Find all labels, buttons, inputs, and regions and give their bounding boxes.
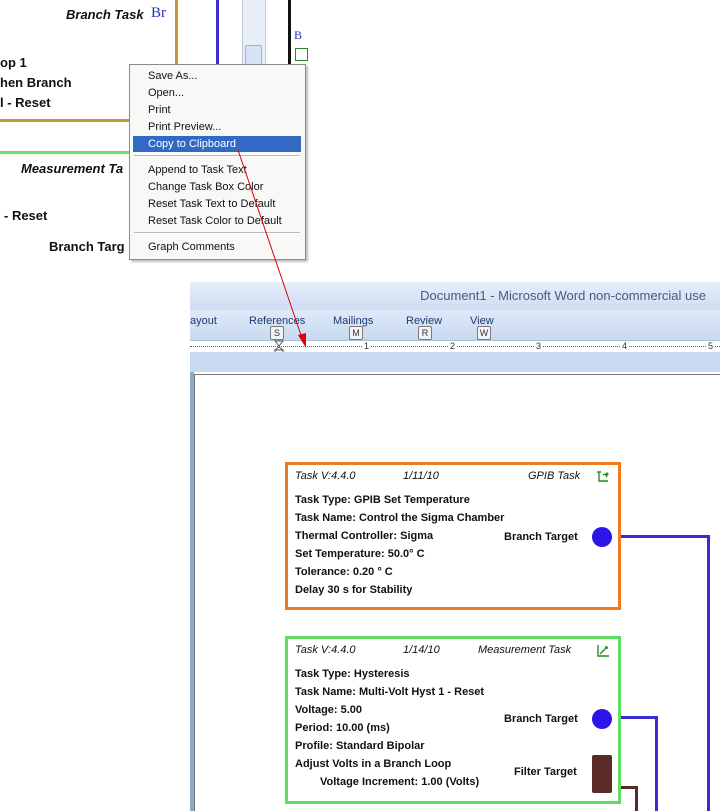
ruler-number: 2 <box>448 341 458 351</box>
keytip-m: M <box>349 326 363 340</box>
title-bar: Document1 - Microsoft Word non-commercia… <box>190 282 720 310</box>
task-line: Voltage Increment: 1.00 (Volts) <box>320 776 480 788</box>
branch-target-label: Branch Target <box>504 713 578 725</box>
ruler-number: 5 <box>706 341 716 351</box>
branch-connector-line <box>655 716 658 811</box>
ruler-number: 1 <box>362 341 372 351</box>
task-line: Task Type: GPIB Set Temperature <box>295 494 470 506</box>
branch-task-text: l - Reset <box>0 95 51 110</box>
task-line: Task Type: Hysteresis <box>295 668 410 680</box>
ribbon-strip <box>190 352 720 372</box>
branch-icon: Br <box>151 5 166 21</box>
menu-separator <box>134 155 300 157</box>
filter-target-label: Filter Target <box>514 766 577 778</box>
menu-item-save-as[interactable]: Save As... <box>133 68 301 84</box>
filter-connector-line <box>635 786 638 811</box>
menu-item-open[interactable]: Open... <box>133 85 301 101</box>
task-kind: GPIB Task <box>528 470 581 482</box>
menu-separator <box>134 232 300 234</box>
task-version: Task V:4.4.0 <box>295 470 356 482</box>
task-line: Period: 10.00 (ms) <box>295 722 390 734</box>
task-line: Task Name: Multi-Volt Hyst 1 - Reset <box>295 686 485 698</box>
task-line: Adjust Volts in a Branch Loop <box>295 758 452 770</box>
menu-item-reset-text[interactable]: Reset Task Text to Default <box>133 196 301 212</box>
branch-target-dot[interactable] <box>592 527 612 547</box>
menu-item-graph-comments[interactable]: Graph Comments <box>133 239 301 255</box>
toolbox-tool-icon[interactable] <box>295 48 308 61</box>
menu-item-print[interactable]: Print <box>133 102 301 118</box>
measurement-task-title: Measurement Ta <box>21 161 124 176</box>
branch-connector-line <box>621 535 710 538</box>
task-line: Task Name: Control the Sigma Chamber <box>295 512 505 524</box>
branch-target-label: Branch Target <box>504 531 578 543</box>
window-title: Document1 - Microsoft Word non-commercia… <box>420 288 706 303</box>
gpib-task-box[interactable]: Task V:4.4.0 1/11/10 GPIB Task Task Type… <box>285 462 621 610</box>
measurement-task-box[interactable]: Task V:4.4.0 1/14/10 Measurement Task Ta… <box>285 636 621 804</box>
task-line: Set Temperature: 50.0° C <box>295 548 425 560</box>
task-version: Task V:4.4.0 <box>295 644 356 656</box>
branch-target-label: Branch Targ <box>49 239 125 254</box>
measurement-icon <box>597 645 609 657</box>
menu-item-append-text[interactable]: Append to Task Text <box>133 162 301 178</box>
branch-connector-line <box>621 716 658 719</box>
task-line: Tolerance: 0.20 ° C <box>295 566 393 578</box>
ruler-number: 4 <box>620 341 630 351</box>
context-menu: Save As... Open... Print Print Preview..… <box>129 64 306 260</box>
task-date: 1/14/10 <box>403 644 440 656</box>
menu-item-copy-to-clipboard[interactable]: Copy to Clipboard <box>133 136 301 152</box>
menu-item-reset-color[interactable]: Reset Task Color to Default <box>133 213 301 229</box>
toolbox-pane: B <box>288 0 311 70</box>
task-date: 1/11/10 <box>403 470 439 482</box>
branch-task-text: hen Branch <box>0 75 72 90</box>
filter-target-block[interactable] <box>592 755 612 793</box>
branch-task-text: op 1 <box>0 55 27 70</box>
keytip-w: W <box>477 326 491 340</box>
keytip-s: S <box>270 326 284 340</box>
branch-target-dot[interactable] <box>592 709 612 729</box>
tab-page-layout[interactable]: ayout <box>190 315 217 327</box>
task-kind: Measurement Task <box>478 644 572 656</box>
task-line: Voltage: 5.00 <box>295 704 363 716</box>
ruler-number: 3 <box>534 341 544 351</box>
task-line: Delay 30 s for Stability <box>295 584 413 596</box>
branch-connector-line <box>707 535 710 811</box>
word-window: Document1 - Microsoft Word non-commercia… <box>190 282 720 811</box>
task-line: Profile: Standard Bipolar <box>295 740 425 752</box>
measurement-task-border <box>0 151 135 154</box>
branch-task-title: Branch Task <box>66 7 144 22</box>
measurement-task-text: - Reset <box>4 208 48 223</box>
gpib-icon <box>597 471 609 482</box>
menu-item-print-preview[interactable]: Print Preview... <box>133 119 301 135</box>
toolbox-letter: B <box>294 28 303 42</box>
menu-item-change-color[interactable]: Change Task Box Color <box>133 179 301 195</box>
keytip-r: R <box>418 326 432 340</box>
branch-connector-line <box>216 0 219 70</box>
task-line: Thermal Controller: Sigma <box>295 530 434 542</box>
